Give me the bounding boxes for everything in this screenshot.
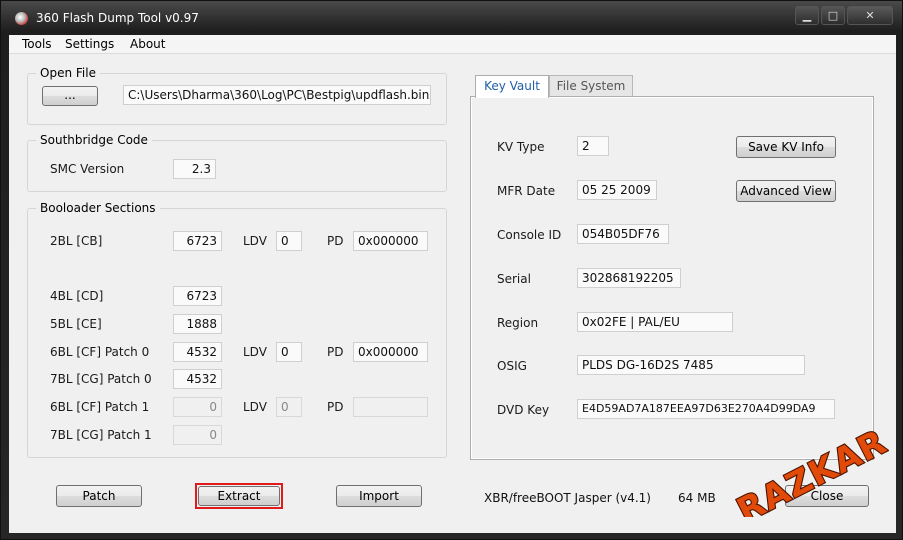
window-title: 360 Flash Dump Tool v0.97 [36, 11, 199, 25]
patch-button[interactable]: Patch [56, 485, 142, 507]
kv-type-label: KV Type [497, 140, 545, 154]
svg-text:RAZKAR: RAZKAR [731, 422, 889, 517]
console-id-field: 054B05DF76 [577, 224, 669, 244]
pd-6bl-p0: 0x000000 [353, 342, 428, 362]
title-bar[interactable]: 360 Flash Dump Tool v0.97 ▁ □ ✕ [1, 1, 903, 35]
file-path-field[interactable]: C:\Users\Dharma\360\Log\PC\Bestpig\updfl… [123, 85, 431, 105]
row-label-6bl-p0: 6BL [CF] Patch 0 [50, 345, 150, 359]
row-label-6bl-p1: 6BL [CF] Patch 1 [50, 400, 150, 414]
ldv-6bl-p1: 0 [276, 397, 302, 417]
osig-label: OSIG [497, 359, 527, 373]
tab-file-system[interactable]: File System [549, 75, 633, 97]
menu-bar: Tools Settings About [9, 35, 896, 54]
osig-field: PLDS DG-16D2S 7485 [577, 355, 805, 375]
console-id-label: Console ID [497, 228, 562, 242]
smc-version-label: SMC Version [50, 162, 125, 176]
ldv-label-6bl-p0: LDV [243, 345, 267, 359]
tab-key-vault[interactable]: Key Vault [475, 75, 549, 98]
app-window: 360 Flash Dump Tool v0.97 ▁ □ ✕ Tools Se… [0, 0, 903, 540]
key-vault-panel: KV Type 2 Save KV Info MFR Date 05 25 20… [470, 96, 874, 460]
pd-label-6bl-p1: PD [327, 400, 344, 414]
app-disc-icon [15, 12, 28, 25]
ldv-2bl: 0 [276, 231, 302, 251]
open-file-group: Open File ... C:\Users\Dharma\360\Log\PC… [27, 66, 447, 125]
bootloader-group: Booloader Sections 2BL [CB] 6723 LDV 0 P… [27, 201, 447, 458]
smc-version-field: 2.3 [173, 159, 216, 179]
ldv-6bl-p0: 0 [276, 342, 302, 362]
value-6bl-p0: 4532 [173, 342, 222, 362]
kv-type-field: 2 [577, 136, 609, 156]
bootloader-title: Booloader Sections [36, 201, 160, 215]
value-7bl-p1: 0 [173, 425, 222, 445]
menu-about[interactable]: About [130, 37, 165, 51]
razkar-watermark-logo: RAZKAR [730, 421, 889, 517]
row-label-4bl: 4BL [CD] [50, 289, 104, 303]
dvd-key-label: DVD Key [497, 403, 550, 417]
pd-label-2bl: PD [327, 234, 344, 248]
browse-button[interactable]: ... [42, 86, 98, 106]
ldv-label-6bl-p1: LDV [243, 400, 267, 414]
row-label-7bl-p0: 7BL [CG] Patch 0 [50, 372, 152, 386]
region-field: 0x02FE | PAL/EU [577, 312, 733, 332]
value-4bl: 6723 [173, 286, 222, 306]
save-kv-info-button[interactable]: Save KV Info [736, 136, 836, 158]
mfr-date-field: 05 25 2009 [577, 180, 657, 200]
row-label-7bl-p1: 7BL [CG] Patch 1 [50, 428, 152, 442]
pd-2bl: 0x000000 [353, 231, 428, 251]
dvd-key-field: E4D59AD7A187EEA97D63E270A4D99DA9 [577, 399, 835, 419]
firmware-status: XBR/freeBOOT Jasper (v4.1) [484, 491, 651, 505]
row-label-2bl: 2BL [CB] [50, 234, 103, 248]
minimize-button[interactable]: ▁ [795, 6, 819, 25]
mfr-date-label: MFR Date [497, 184, 556, 198]
import-button[interactable]: Import [336, 485, 422, 507]
row-label-5bl: 5BL [CE] [50, 317, 102, 331]
value-5bl: 1888 [173, 314, 222, 334]
southbridge-title: Southbridge Code [36, 133, 152, 147]
value-2bl: 6723 [173, 231, 222, 251]
ldv-label-2bl: LDV [243, 234, 267, 248]
pd-6bl-p1 [353, 397, 428, 417]
flash-size-status: 64 MB [678, 491, 716, 505]
region-label: Region [497, 316, 539, 330]
pd-label-6bl-p0: PD [327, 345, 344, 359]
maximize-button[interactable]: □ [821, 6, 845, 25]
southbridge-group: Southbridge Code SMC Version 2.3 [27, 133, 447, 192]
value-7bl-p0: 4532 [173, 369, 222, 389]
menu-tools[interactable]: Tools [22, 37, 52, 51]
value-6bl-p1: 0 [173, 397, 222, 417]
window-close-button[interactable]: ✕ [847, 6, 893, 25]
menu-settings[interactable]: Settings [65, 37, 114, 51]
advanced-view-button[interactable]: Advanced View [736, 180, 836, 202]
extract-button[interactable]: Extract [198, 486, 280, 506]
open-file-title: Open File [36, 66, 100, 80]
serial-label: Serial [497, 272, 531, 286]
serial-field: 302868192205 [577, 268, 681, 288]
